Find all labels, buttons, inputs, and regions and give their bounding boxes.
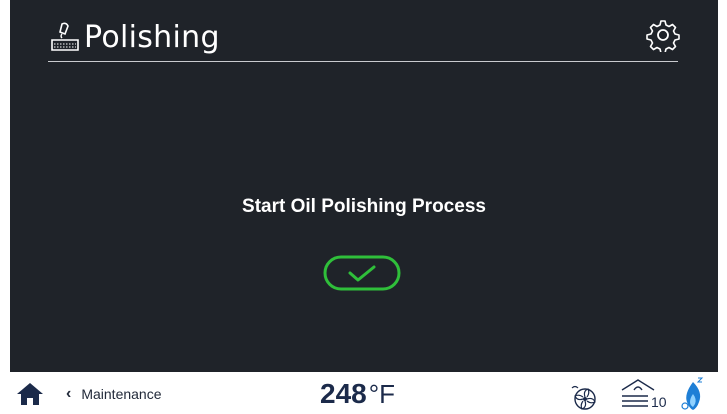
- header-divider: [48, 61, 678, 62]
- chevron-left-icon: ‹: [66, 385, 72, 402]
- header: Polishing: [48, 12, 680, 62]
- back-button[interactable]: ‹ Maintenance: [66, 385, 162, 403]
- back-label: Maintenance: [81, 386, 162, 402]
- confirm-button[interactable]: [323, 255, 401, 291]
- home-icon[interactable]: [16, 382, 44, 406]
- checkmark-icon: [348, 265, 376, 282]
- app-frame: Polishing Start Oil Polishing Process ‹ …: [0, 0, 727, 414]
- temperature-unit: °F: [368, 379, 395, 409]
- temperature-readout: 248 °F: [320, 378, 395, 410]
- fan-icon: [571, 385, 596, 410]
- status-bar: ‹ Maintenance 248 °F 10: [0, 372, 727, 414]
- oil-level-value: 10: [651, 394, 667, 410]
- main-screen: Polishing Start Oil Polishing Process: [10, 0, 718, 372]
- fryer-polish-icon: [51, 22, 79, 51]
- page-title: Polishing: [84, 19, 220, 55]
- gear-icon[interactable]: [646, 18, 680, 52]
- temperature-value: 248: [320, 378, 367, 409]
- flame-icon: [681, 377, 704, 410]
- start-polishing-prompt: Start Oil Polishing Process: [242, 196, 486, 217]
